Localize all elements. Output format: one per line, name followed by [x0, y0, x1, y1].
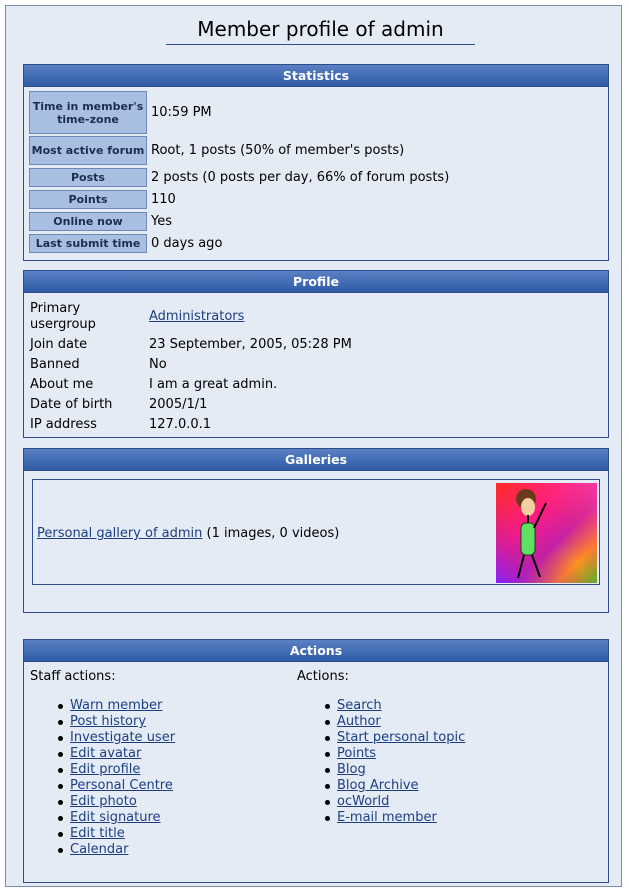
personal-centre-link[interactable]: Personal Centre [70, 778, 173, 793]
stat-value: 10:59 PM [151, 105, 212, 120]
action-item: Search [321, 698, 465, 714]
ocworld-link[interactable]: ocWorld [337, 794, 389, 809]
profile-value: I am a great admin. [149, 377, 278, 392]
edit-photo-link[interactable]: Edit photo [70, 794, 137, 809]
email-member-link[interactable]: E-mail member [337, 810, 437, 825]
blog-link[interactable]: Blog [337, 762, 366, 777]
profile-label: Primary usergroup [30, 301, 96, 332]
action-item: Start personal topic [321, 730, 465, 746]
calendar-link[interactable]: Calendar [70, 842, 128, 857]
stat-value: 0 days ago [151, 236, 223, 251]
gallery-count: (1 images, 0 videos) [206, 526, 340, 541]
profile-value: 127.0.0.1 [149, 417, 212, 432]
warn-member-link[interactable]: Warn member [70, 698, 162, 713]
statistics-box: Statistics Time in member's time-zone 10… [23, 64, 609, 261]
profile-value: No [149, 357, 167, 372]
post-history-link[interactable]: Post history [70, 714, 146, 729]
investigate-user-link[interactable]: Investigate user [70, 730, 175, 745]
profile-label: Date of birth [30, 397, 113, 412]
actions-title: Actions: [297, 669, 349, 684]
page-title: Member profile of admin [166, 17, 475, 45]
edit-profile-link[interactable]: Edit profile [70, 762, 140, 777]
profile-label: About me [30, 377, 94, 392]
staff-action-item: Edit title [54, 826, 175, 842]
staff-action-item: Edit avatar [54, 746, 175, 762]
staff-action-item: Post history [54, 714, 175, 730]
personal-gallery-link[interactable]: Personal gallery of admin [37, 526, 202, 541]
action-item: Blog [321, 762, 465, 778]
stat-value: Root, 1 posts (50% of member's posts) [151, 143, 405, 158]
gallery-thumbnail-image[interactable] [496, 483, 597, 583]
start-personal-topic-link[interactable]: Start personal topic [337, 730, 465, 745]
stat-value: 2 posts (0 posts per day, 66% of forum p… [151, 170, 450, 185]
action-item: Points [321, 746, 465, 762]
profile-label: Join date [30, 337, 88, 352]
actions-box: Actions Staff actions: Warn member Post … [23, 639, 609, 883]
staff-action-item: Edit profile [54, 762, 175, 778]
gallery-text: Personal gallery of admin (1 images, 0 v… [37, 526, 339, 541]
staff-action-item: Personal Centre [54, 778, 175, 794]
profile-label: Banned [30, 357, 80, 372]
profile-label: IP address [30, 417, 97, 432]
staff-action-item: Investigate user [54, 730, 175, 746]
edit-avatar-link[interactable]: Edit avatar [70, 746, 141, 761]
staff-action-item: Warn member [54, 698, 175, 714]
actions-list: Search Author Start personal topic Point… [321, 698, 465, 826]
galleries-heading: Galleries [24, 449, 608, 471]
action-item: E-mail member [321, 810, 465, 826]
stat-label: Points [29, 190, 147, 209]
statistics-heading: Statistics [24, 65, 608, 87]
actions-heading: Actions [24, 640, 608, 662]
stat-label: Most active forum [29, 136, 147, 165]
staff-actions-title: Staff actions: [30, 669, 116, 684]
profile-value: 23 September, 2005, 05:28 PM [149, 337, 352, 352]
edit-signature-link[interactable]: Edit signature [70, 810, 161, 825]
blog-archive-link[interactable]: Blog Archive [337, 778, 419, 793]
staff-action-item: Calendar [54, 842, 175, 858]
profile-box: Profile Primary usergroup Administrators… [23, 270, 609, 438]
usergroup-link[interactable]: Administrators [149, 309, 244, 324]
points-link[interactable]: Points [337, 746, 376, 761]
action-item: Author [321, 714, 465, 730]
stat-label: Posts [29, 168, 147, 187]
stat-value: 110 [151, 192, 176, 207]
profile-heading: Profile [24, 271, 608, 293]
action-item: ocWorld [321, 794, 465, 810]
stat-label: Time in member's time-zone [29, 91, 147, 134]
action-item: Blog Archive [321, 778, 465, 794]
staff-actions-list: Warn member Post history Investigate use… [54, 698, 175, 858]
stat-label: Last submit time [29, 234, 147, 253]
staff-action-item: Edit signature [54, 810, 175, 826]
search-link[interactable]: Search [337, 698, 382, 713]
stat-value: Yes [151, 214, 172, 229]
profile-page: Member profile of admin Statistics Time … [5, 5, 622, 887]
staff-action-item: Edit photo [54, 794, 175, 810]
stat-label: Online now [29, 212, 147, 231]
gallery-entry: Personal gallery of admin (1 images, 0 v… [32, 479, 600, 585]
edit-title-link[interactable]: Edit title [70, 826, 125, 841]
author-link[interactable]: Author [337, 714, 381, 729]
galleries-box: Galleries Personal gallery of admin (1 i… [23, 448, 609, 613]
profile-value: 2005/1/1 [149, 397, 208, 412]
